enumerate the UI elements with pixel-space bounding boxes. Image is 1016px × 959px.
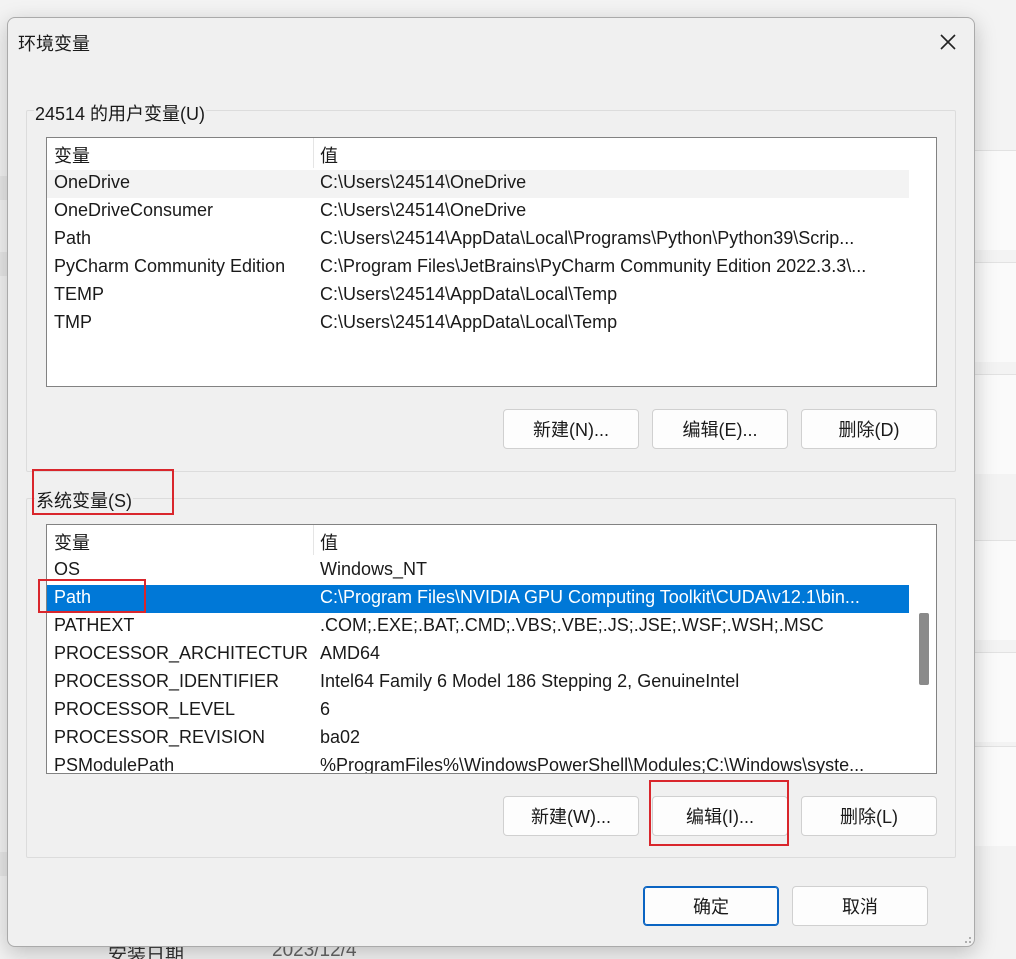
table-row[interactable]: PATHEXT .COM;.EXE;.BAT;.CMD;.VBS;.VBE;.J… [47, 613, 909, 641]
var-name: Path [54, 228, 92, 248]
var-name: PSModulePath [54, 755, 175, 774]
table-row[interactable]: TEMP C:\Users\24514\AppData\Local\Temp [47, 282, 909, 310]
dialog-title: 环境变量 [18, 34, 90, 54]
table-row[interactable]: PROCESSOR_IDENTIFIER Intel64 Family 6 Mo… [47, 669, 909, 697]
var-value: C:\Program Files\NVIDIA GPU Computing To… [320, 587, 860, 607]
var-name: OneDrive [54, 172, 131, 192]
var-value: C:\Users\24514\OneDrive [320, 172, 527, 192]
var-value: Windows_NT [320, 559, 428, 579]
table-row[interactable]: TMP C:\Users\24514\AppData\Local\Temp [47, 310, 909, 338]
table-row[interactable]: OneDrive C:\Users\24514\OneDrive [47, 170, 909, 198]
var-name: PROCESSOR_LEVEL [54, 699, 236, 719]
var-name: PROCESSOR_REVISION [54, 727, 266, 747]
user-variables-list[interactable]: 变量 值 OneDrive C:\Users\24514\OneDrive On… [46, 137, 937, 387]
table-row[interactable]: PROCESSOR_REVISION ba02 [47, 725, 909, 753]
background-panel [975, 746, 1016, 846]
ok-button[interactable]: 确定 [643, 886, 779, 926]
table-row[interactable]: PSModulePath %ProgramFiles%\WindowsPower… [47, 753, 909, 774]
vertical-scrollbar[interactable] [910, 525, 936, 773]
user-new-button[interactable]: 新建(N)... [503, 409, 639, 449]
var-name: TMP [54, 312, 92, 332]
cancel-button[interactable]: 取消 [792, 886, 928, 926]
title-bar: 环境变量 [8, 18, 974, 66]
background-panel [975, 374, 1016, 474]
var-value: C:\Users\24514\AppData\Local\Programs\Py… [320, 228, 855, 248]
system-new-button[interactable]: 新建(W)... [503, 796, 639, 836]
var-value: ba02 [320, 727, 361, 747]
background-panel [975, 540, 1016, 640]
close-button[interactable] [930, 24, 966, 60]
var-value: C:\Users\24514\AppData\Local\Temp [320, 312, 618, 332]
background-panel [975, 150, 1016, 250]
system-edit-button[interactable]: 编辑(I)... [652, 796, 788, 836]
column-header-value[interactable]: 值 [320, 529, 338, 555]
var-name: PROCESSOR_IDENTIFIER [54, 671, 280, 691]
table-row[interactable]: Path C:\Users\24514\AppData\Local\Progra… [47, 226, 909, 254]
user-variables-label: 24514 的用户变量(U) [34, 100, 207, 126]
var-name: OS [54, 559, 81, 579]
system-variables-list[interactable]: 变量 值 OS Windows_NT Path C:\Program Files… [46, 524, 937, 774]
var-name: PATHEXT [54, 615, 135, 635]
var-name: PROCESSOR_ARCHITECTURE [54, 643, 309, 663]
var-value: .COM;.EXE;.BAT;.CMD;.VBS;.VBE;.JS;.JSE;.… [320, 615, 824, 635]
column-header-value[interactable]: 值 [320, 142, 338, 168]
var-name: PyCharm Community Edition [54, 256, 286, 276]
system-variables-label: 系统变量(S) [35, 487, 133, 513]
var-value: 6 [320, 699, 331, 719]
scrollbar-thumb[interactable] [919, 613, 929, 685]
var-value: C:\Users\24514\AppData\Local\Temp [320, 284, 618, 304]
user-delete-button[interactable]: 删除(D) [801, 409, 937, 449]
column-header-name[interactable]: 变量 [54, 142, 90, 168]
environment-variables-dialog: 环境变量 24514 的用户变量(U) 变量 值 OneDrive C:\Use… [7, 17, 975, 947]
list-header: 变量 值 [47, 525, 909, 555]
var-value: AMD64 [320, 643, 381, 663]
close-icon [940, 34, 956, 50]
user-edit-button[interactable]: 编辑(E)... [652, 409, 788, 449]
background-panel [975, 262, 1016, 362]
var-value: %ProgramFiles%\WindowsPowerShell\Modules… [320, 755, 865, 774]
table-row[interactable]: OS Windows_NT [47, 557, 909, 585]
table-row-selected[interactable]: Path C:\Program Files\NVIDIA GPU Computi… [47, 585, 909, 613]
column-separator [313, 525, 314, 555]
var-name: TEMP [54, 284, 105, 304]
list-header: 变量 值 [47, 138, 909, 168]
var-value: C:\Program Files\JetBrains\PyCharm Commu… [320, 256, 867, 276]
system-delete-button[interactable]: 删除(L) [801, 796, 937, 836]
table-row[interactable]: PROCESSOR_ARCHITECTURE AMD64 [47, 641, 909, 669]
resize-grip-icon[interactable] [960, 932, 972, 944]
column-separator [313, 138, 314, 168]
var-value: Intel64 Family 6 Model 186 Stepping 2, G… [320, 671, 740, 691]
table-row[interactable]: PyCharm Community Edition C:\Program Fil… [47, 254, 909, 282]
background-panel [975, 652, 1016, 742]
var-name: Path [54, 587, 92, 607]
table-row[interactable]: OneDriveConsumer C:\Users\24514\OneDrive [47, 198, 909, 226]
column-header-name[interactable]: 变量 [54, 529, 90, 555]
table-row[interactable]: PROCESSOR_LEVEL 6 [47, 697, 909, 725]
var-value: C:\Users\24514\OneDrive [320, 200, 527, 220]
var-name: OneDriveConsumer [54, 200, 214, 220]
